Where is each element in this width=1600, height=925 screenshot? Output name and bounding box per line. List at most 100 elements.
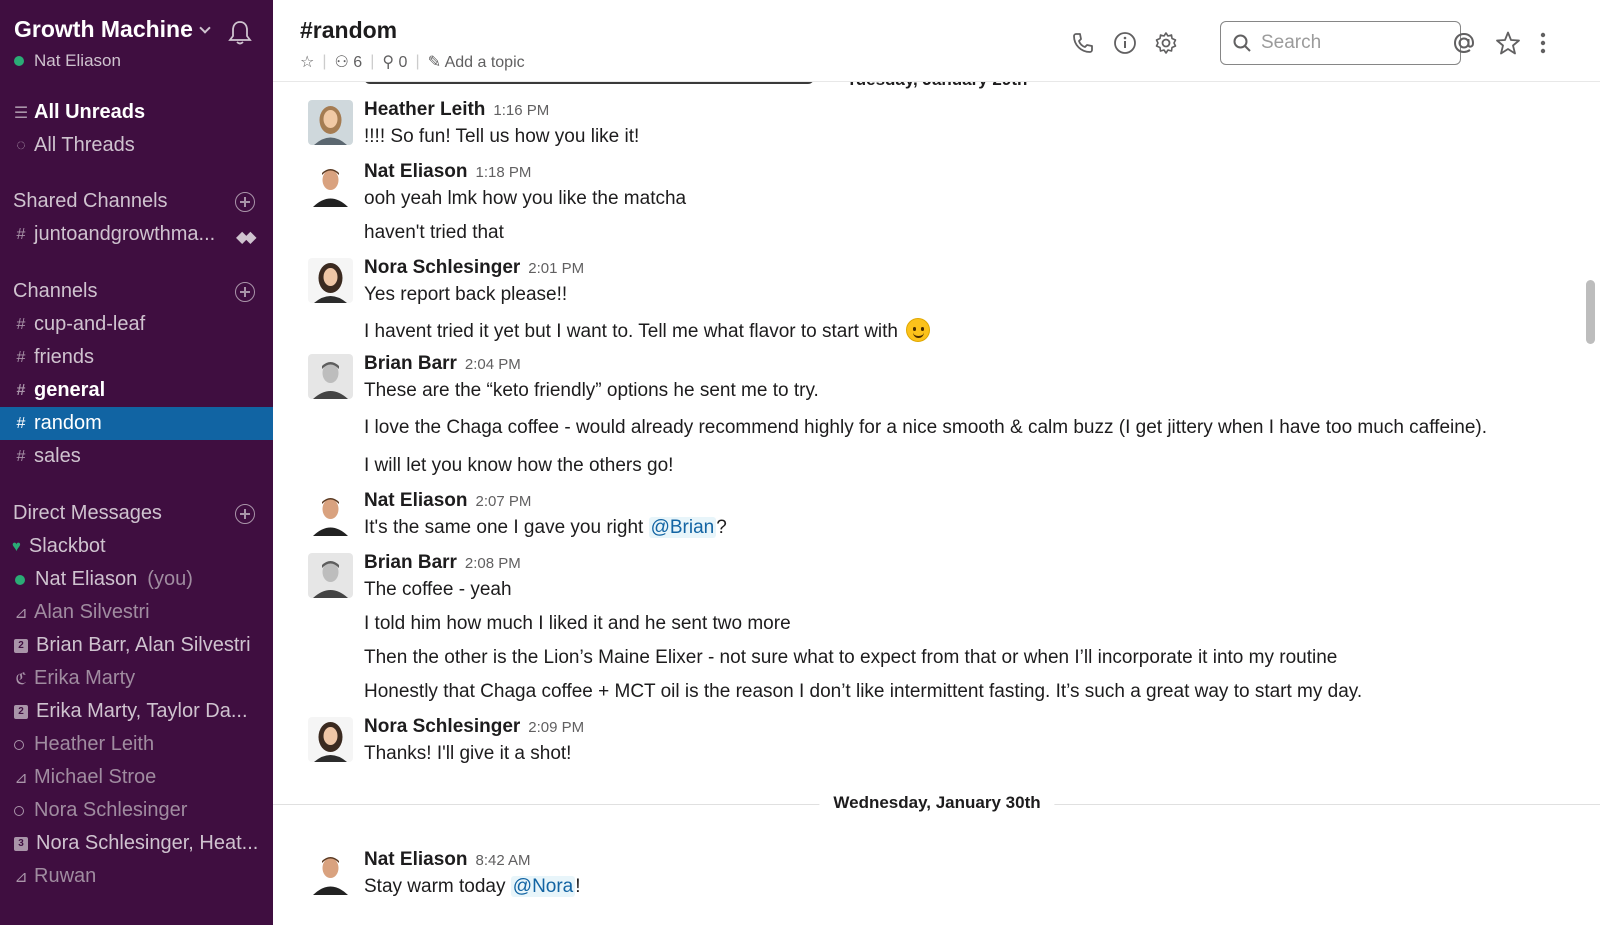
add-shared-channel-icon[interactable] [235,192,255,212]
message-author[interactable]: Nora Schlesinger [364,257,520,279]
sidebar-item-erika-marty[interactable]: ℭ Erika Marty [0,662,273,695]
avatar[interactable] [308,100,353,145]
message-author[interactable]: Heather Leith [364,99,485,121]
members-button[interactable]: ⚇ 6 [335,52,363,72]
add-topic-button[interactable]: ✎ Add a topic [428,52,525,72]
sidebar-item-label: general [34,379,106,401]
message-text-content: It's the same one I gave you right [364,517,644,538]
message-text-content: Stay warm today [364,876,506,897]
avatar[interactable] [308,354,353,399]
shared-channels-header[interactable]: Shared Channels [13,190,168,213]
sidebar-item-label: All Unreads [34,101,146,123]
sidebar-item-alan-silvestri[interactable]: ⊿ Alan Silvestri [0,596,273,629]
smiley-emoji-icon[interactable] [906,318,931,342]
group-count-badge: 2 [14,704,28,719]
message-timestamp[interactable]: 2:08 PM [465,555,521,572]
user-mention-link[interactable]: @Nora [510,876,576,897]
message-author[interactable]: Nat Eliason [364,849,467,871]
sidebar-item-all-unreads[interactable]: ☰ All Unreads [0,96,273,129]
sidebar-item-label: random [34,412,102,434]
pins-button[interactable]: ⚲ 0 [382,52,407,72]
chevron-down-icon [199,21,211,34]
add-channel-icon[interactable] [235,282,255,302]
avatar[interactable] [308,717,353,762]
sidebar-item-random[interactable]: # random [0,407,273,440]
message-text-content: ? [716,517,727,538]
search-input[interactable] [1261,32,1451,54]
sidebar-item-sales[interactable]: # sales [0,440,273,473]
sidebar-item-general[interactable]: # general [0,374,273,407]
sidebar-item-shared-channel[interactable]: # juntoandgrowthma... ◆◆ [0,218,273,251]
avatar[interactable] [308,850,353,895]
message-text: I will let you know how the others go! [364,455,674,476]
hash-icon: # [16,348,26,366]
user-mention-link[interactable]: @Brian [648,517,717,538]
message-header: Nora Schlesinger 2:09 PM [364,716,584,738]
sidebar-item-cup-and-leaf[interactable]: # cup-and-leaf [0,308,273,341]
message-author[interactable]: Nat Eliason [364,161,467,183]
message-header: Nora Schlesinger 2:01 PM [364,257,584,279]
sidebar-item-heather-leith[interactable]: Heather Leith [0,728,273,761]
message-timestamp[interactable]: 1:16 PM [493,102,549,119]
avatar[interactable] [308,553,353,598]
mentions-icon[interactable] [1451,30,1477,56]
message-timestamp[interactable]: 2:09 PM [528,719,584,736]
sidebar-item-group-dm-erika-taylor[interactable]: 2 Erika Marty, Taylor Da... [0,695,273,728]
message-timestamp[interactable]: 1:18 PM [475,164,531,181]
message-timestamp[interactable]: 8:42 AM [475,852,530,869]
message-header: Nat Eliason 1:18 PM [364,161,531,183]
add-dm-icon[interactable] [235,504,255,524]
message-timestamp[interactable]: 2:01 PM [528,260,584,277]
info-icon[interactable] [1113,31,1137,55]
current-user-status[interactable]: Nat Eliason [14,51,121,71]
divider: | [415,53,420,70]
avatar[interactable] [308,258,353,303]
search-box[interactable] [1220,21,1461,65]
sidebar-item-nat-eliason[interactable]: Nat Eliason (you) [0,563,273,596]
message-timestamp[interactable]: 2:04 PM [465,356,521,373]
team-menu-button[interactable]: Growth Machine [14,16,211,43]
team-name: Growth Machine [14,16,193,42]
message-author[interactable]: Brian Barr [364,552,457,574]
channels-header[interactable]: Channels [13,280,98,303]
channel-header: #random ☆ | ⚇ 6 | ⚲ 0 | ✎ Add a topic [273,0,1600,82]
bell-icon[interactable] [228,20,252,46]
starred-items-icon[interactable] [1495,30,1521,56]
sidebar-item-slackbot[interactable]: ♥ Slackbot [0,530,273,563]
scrollbar[interactable] [1586,280,1595,344]
star-icon[interactable]: ☆ [300,52,314,72]
online-status-icon [14,56,24,66]
hash-icon: # [16,315,26,333]
sidebar-item-label: cup-and-leaf [34,313,146,335]
avatar[interactable] [308,162,353,207]
hash-icon: # [16,381,26,399]
sidebar-item-label: Ruwan [34,865,97,887]
message-author[interactable]: Brian Barr [364,353,457,375]
gear-icon[interactable] [1154,31,1178,55]
sidebar-item-friends[interactable]: # friends [0,341,273,374]
message-text: Then the other is the Lion’s Maine Elixe… [364,647,1338,668]
member-count: 6 [353,54,363,71]
message-text: !!!! So fun! Tell us how you like it! [364,126,640,147]
message-author[interactable]: Nora Schlesinger [364,716,520,738]
pin-count: 0 [398,54,408,71]
avatar[interactable] [308,491,353,536]
sidebar-item-ruwan[interactable]: ⊿ Ruwan [0,860,273,893]
sidebar-item-nora-schlesinger[interactable]: Nora Schlesinger [0,794,273,827]
sidebar-item-michael-stroe[interactable]: ⊿ Michael Stroe [0,761,273,794]
message-text-content: ! [575,876,581,897]
message-text: I told him how much I liked it and he se… [364,613,791,634]
sidebar-item-all-threads[interactable]: ◌ All Threads [0,129,273,162]
more-options-icon[interactable] [1535,30,1551,56]
direct-messages-header[interactable]: Direct Messages [13,502,162,525]
channel-title[interactable]: #random [300,17,397,44]
sidebar-item-group-dm-brian-alan[interactable]: 2 Brian Barr, Alan Silvestri [0,629,273,662]
pin-icon: ⚲ [382,54,395,71]
message-text: It's the same one I gave you right @Bria… [364,517,727,539]
message-author[interactable]: Nat Eliason [364,490,467,512]
message-header: Nat Eliason 8:42 AM [364,849,531,871]
message-timestamp[interactable]: 2:07 PM [475,493,531,510]
message-text: I havent tried it yet but I want to. Tel… [364,318,931,343]
sidebar-item-group-dm-nora-heather[interactable]: 3 Nora Schlesinger, Heat... [0,827,273,860]
phone-icon[interactable] [1071,31,1095,55]
